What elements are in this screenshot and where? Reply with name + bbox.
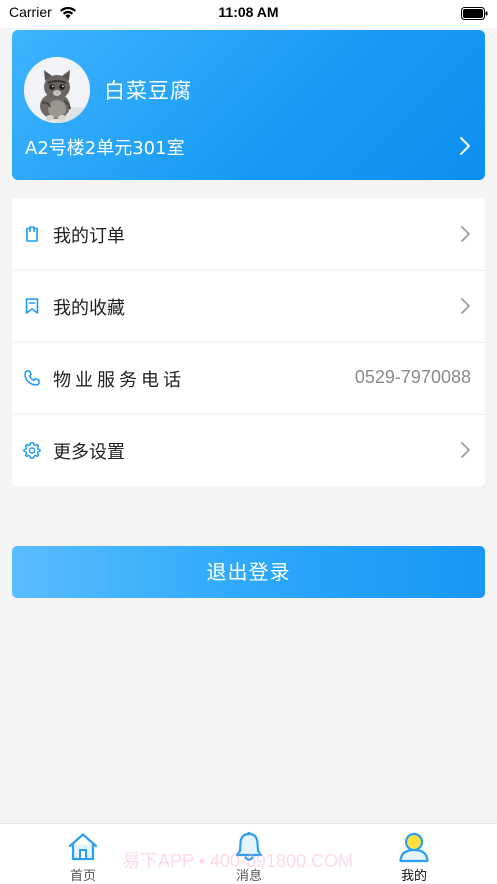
chevron-right-icon [459,297,471,319]
profile-card[interactable]: 白菜豆腐 A2号楼2单元301室 [12,30,485,180]
kitten-avatar-image [24,57,90,123]
menu-item-settings[interactable]: 更多设置 [12,414,485,486]
profile-address: A2号楼2单元301室 [25,138,185,159]
logout-button[interactable]: 退出登录 [12,546,485,598]
menu-label-orders: 我的订单 [53,226,125,247]
battery-icon [461,6,489,25]
avatar[interactable] [24,57,90,123]
watermark: 易下APP • 400-091800.COM [122,851,354,871]
clock: 11:08 AM [218,4,279,20]
chevron-right-icon[interactable] [459,136,471,160]
tab-label-mine: 我的 [400,869,427,884]
menu-label-favorites: 我的收藏 [53,298,125,319]
bookmark-icon [23,297,41,315]
user-icon [397,831,431,867]
menu-item-service-phone[interactable]: 物业服务电话 0529-7970088 [12,342,485,414]
menu-label-service-phone: 物业服务电话 [53,370,185,391]
service-phone-number[interactable]: 0529-7970088 [355,367,471,388]
tab-mine[interactable]: 我的 [331,824,497,884]
chevron-right-icon [459,441,471,463]
profile-name: 白菜豆腐 [104,79,192,103]
menu-label-settings: 更多设置 [53,442,125,463]
home-icon [66,831,100,867]
menu-item-orders[interactable]: 我的订单 [12,198,485,270]
receipt-icon [23,225,41,243]
gear-icon [23,441,41,459]
menu-list: 我的订单 我的收藏 物业服务电话 0529-7970088 更多设置 [12,198,485,486]
menu-item-favorites[interactable]: 我的收藏 [12,270,485,342]
phone-icon [23,369,41,387]
status-bar: Carrier 11:08 AM [0,0,497,28]
chevron-right-icon [459,225,471,247]
